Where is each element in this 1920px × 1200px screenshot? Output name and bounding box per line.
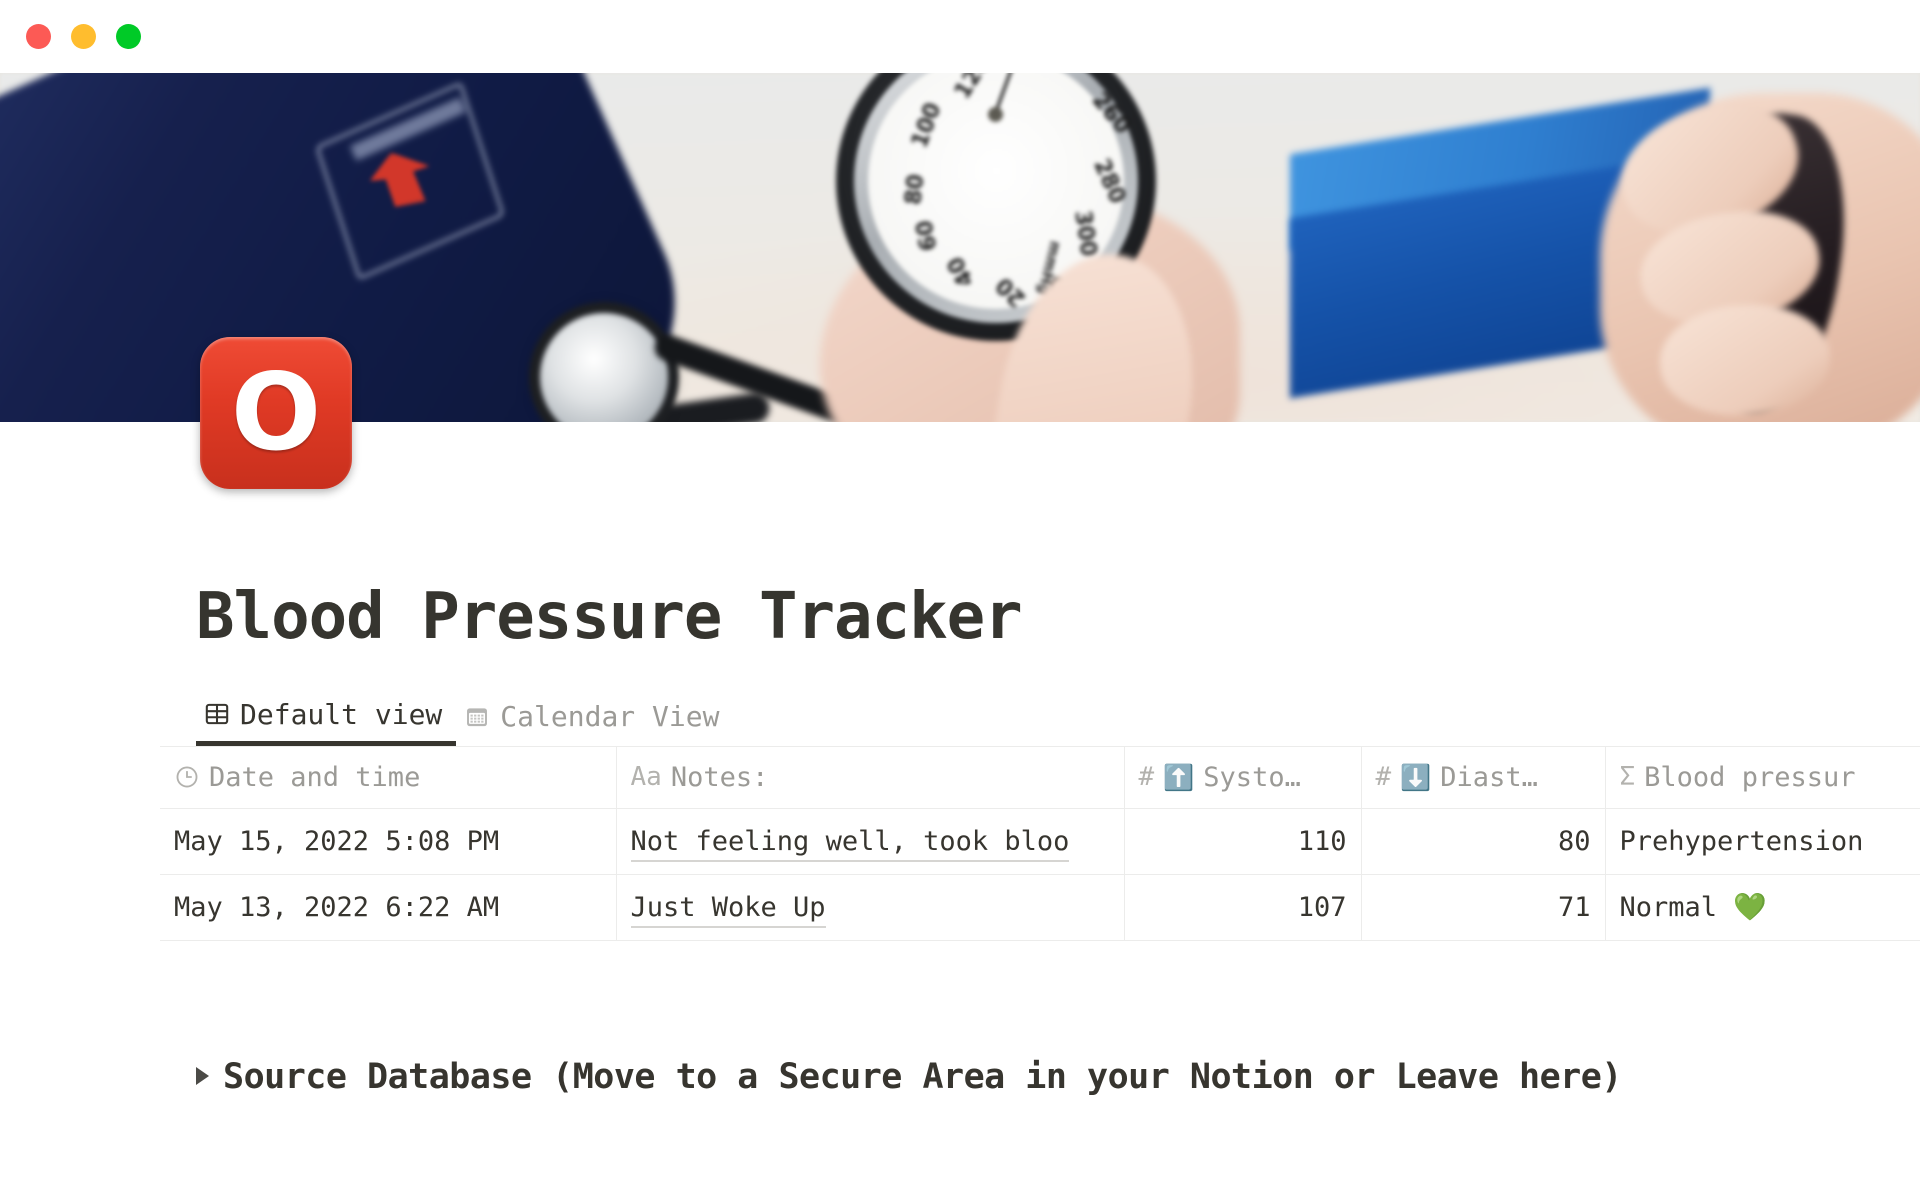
traffic-light-controls [26, 24, 141, 49]
database-table: Date and time Aa Notes: # ⬆️ Systo… # ⬇️… [160, 745, 1920, 941]
minimize-window-button[interactable] [71, 24, 96, 49]
clock-icon [176, 766, 198, 788]
cell-diastolic[interactable]: 80 [1360, 808, 1605, 875]
column-header-diastolic-label: Diast… [1440, 761, 1538, 793]
page-title[interactable]: Blood Pressure Tracker [196, 581, 1920, 654]
cell-diastolic[interactable]: 71 [1360, 874, 1605, 941]
toggle-chevron-right-icon[interactable] [196, 1066, 209, 1085]
column-header-diastolic[interactable]: # ⬇️ Diast… [1360, 745, 1605, 809]
cell-notes[interactable]: Just Woke Up [615, 874, 1124, 941]
number-property-icon: # [1375, 762, 1392, 793]
text-property-icon: Aa [630, 762, 662, 793]
column-header-date[interactable]: Date and time [160, 745, 616, 809]
window-titlebar [0, 0, 1920, 73]
page-content: Blood Pressure Tracker Default view Cale… [0, 422, 1920, 1102]
tab-calendar-view[interactable]: Calendar View [456, 696, 733, 746]
database-view-tabs: Default view Calendar View [196, 696, 1920, 746]
cell-blood-pressure: Normal 💚 [1604, 874, 1920, 941]
column-header-date-label: Date and time [209, 761, 421, 793]
cell-systolic[interactable]: 107 [1123, 874, 1361, 941]
cell-date[interactable]: May 13, 2022 6:22 AM [160, 874, 616, 941]
number-property-icon: # [1138, 762, 1155, 793]
up-arrow-emoji: ⬆️ [1163, 762, 1195, 792]
cell-notes[interactable]: Not feeling well, took bloo [615, 808, 1124, 875]
down-arrow-emoji: ⬇️ [1400, 762, 1432, 792]
table-row[interactable]: May 13, 2022 6:22 AM Just Woke Up 107 71… [160, 874, 1920, 941]
column-header-systolic[interactable]: # ⬆️ Systo… [1123, 745, 1361, 809]
o-button-emoji: O [230, 351, 322, 474]
tab-calendar-view-label: Calendar View [500, 700, 720, 734]
maximize-window-button[interactable] [116, 24, 141, 49]
table-row[interactable]: May 15, 2022 5:08 PM Not feeling well, t… [160, 808, 1920, 875]
cell-blood-pressure: Prehypertension [1604, 808, 1920, 875]
toggle-block-label: Source Database (Move to a Secure Area i… [223, 1056, 1622, 1097]
cell-date[interactable]: May 15, 2022 5:08 PM [160, 808, 616, 875]
toggle-block-source-database[interactable]: Source Database (Move to a Secure Area i… [196, 1053, 1666, 1103]
tab-default-view[interactable]: Default view [196, 696, 457, 746]
calendar-icon [467, 708, 488, 726]
page-icon[interactable]: O [200, 337, 352, 489]
table-header-row: Date and time Aa Notes: # ⬆️ Systo… # ⬇️… [160, 745, 1920, 809]
table-icon [205, 704, 229, 725]
close-window-button[interactable] [26, 24, 51, 49]
cell-systolic[interactable]: 110 [1123, 808, 1361, 875]
tab-default-view-label: Default view [240, 697, 443, 731]
formula-property-icon: Σ [1619, 762, 1636, 793]
app-window: 120 100 80 60 40 20 0 260 280 300 mmHg O [0, 0, 1920, 1200]
column-header-notes[interactable]: Aa Notes: [615, 745, 1124, 809]
column-header-systolic-label: Systo… [1203, 761, 1301, 793]
column-header-blood-pressure-label: Blood pressur [1644, 761, 1856, 793]
column-header-blood-pressure[interactable]: Σ Blood pressur [1604, 745, 1920, 809]
column-header-notes-label: Notes: [670, 761, 769, 793]
